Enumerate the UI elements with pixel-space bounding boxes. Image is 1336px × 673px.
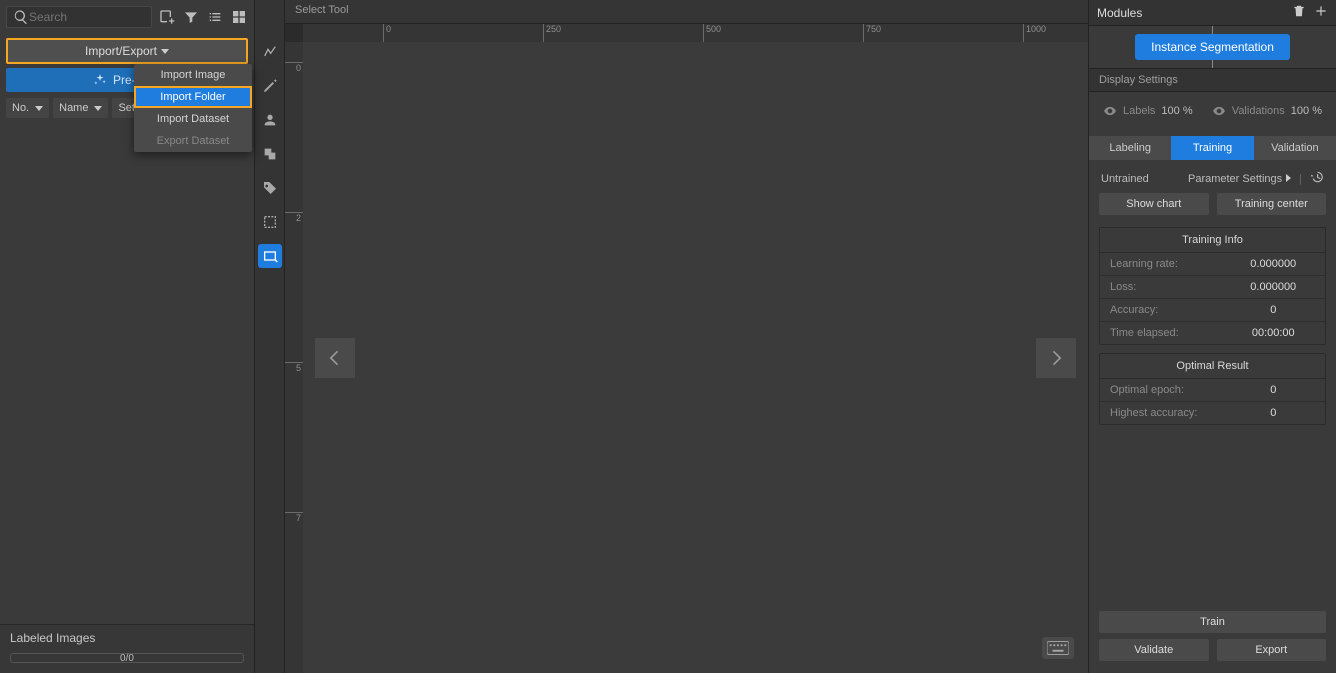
active-tool-label: Select Tool <box>285 0 1088 24</box>
filter-icon[interactable] <box>182 8 200 26</box>
menu-import-folder[interactable]: Import Folder <box>134 86 252 108</box>
menu-import-dataset[interactable]: Import Dataset <box>134 108 252 130</box>
menu-export-dataset[interactable]: Export Dataset <box>134 130 252 152</box>
accuracy-value: 0 <box>1222 299 1326 321</box>
loss-value: 0.000000 <box>1222 276 1326 298</box>
tab-training[interactable]: Training <box>1171 136 1253 160</box>
list-icon[interactable] <box>206 8 224 26</box>
col-name[interactable]: Name <box>53 98 108 118</box>
validations-visibility[interactable]: Validations 100 % <box>1212 104 1322 118</box>
ruler-vertical: 0 2 5 7 <box>285 42 303 673</box>
training-center-button[interactable]: Training center <box>1217 193 1327 215</box>
tool-strip <box>255 0 285 673</box>
tool-selection[interactable] <box>258 210 282 234</box>
training-status: Untrained <box>1101 173 1149 185</box>
show-chart-button[interactable]: Show chart <box>1099 193 1209 215</box>
optimal-result-panel: Optimal Result Optimal epoch:0 Highest a… <box>1099 353 1326 425</box>
import-export-menu: Import Image Import Folder Import Datase… <box>134 64 252 152</box>
labeled-progress: 0/0 <box>10 653 244 663</box>
history-icon[interactable] <box>1310 170 1324 187</box>
trash-icon[interactable] <box>1292 4 1306 21</box>
train-button[interactable]: Train <box>1099 611 1326 633</box>
training-info-panel: Training Info Learning rate:0.000000 Los… <box>1099 227 1326 345</box>
import-export-label: Import/Export <box>85 44 157 58</box>
prev-image-button[interactable] <box>315 338 355 378</box>
next-image-button[interactable] <box>1036 338 1076 378</box>
labeled-footer: Labeled Images 0/0 <box>0 624 254 673</box>
keyboard-icon[interactable] <box>1042 637 1074 659</box>
left-panel: Import/Export Pre-label No. Name Set Val… <box>0 0 255 673</box>
tool-polyline[interactable] <box>258 40 282 64</box>
tab-labeling[interactable]: Labeling <box>1089 136 1171 160</box>
optimal-epoch-value: 0 <box>1222 379 1326 401</box>
time-elapsed-value: 00:00:00 <box>1222 322 1326 344</box>
ruler-horizontal: 0 250 500 750 1000 <box>303 24 1088 42</box>
tool-tag[interactable] <box>258 176 282 200</box>
tool-shape[interactable] <box>258 142 282 166</box>
highest-accuracy-value: 0 <box>1222 402 1326 424</box>
training-info-title: Training Info <box>1100 228 1325 253</box>
tab-validation[interactable]: Validation <box>1254 136 1336 160</box>
canvas[interactable] <box>303 42 1088 673</box>
eye-icon <box>1212 104 1226 118</box>
col-no[interactable]: No. <box>6 98 49 118</box>
export-button[interactable]: Export <box>1217 639 1327 661</box>
image-add-icon[interactable] <box>158 8 176 26</box>
eye-icon <box>1103 104 1117 118</box>
search-input[interactable] <box>29 10 145 24</box>
right-footer: Train Validate Export <box>1089 603 1336 673</box>
tool-rectangle[interactable] <box>258 244 282 268</box>
plus-icon[interactable] <box>1314 4 1328 21</box>
labeled-images-label: Labeled Images <box>10 631 244 645</box>
display-settings-title: Display Settings <box>1089 68 1336 92</box>
modules-header: Modules <box>1089 0 1336 26</box>
chevron-right-icon <box>1286 174 1291 182</box>
display-settings: Labels 100 % Validations 100 % <box>1089 92 1336 130</box>
optimal-result-title: Optimal Result <box>1100 354 1325 379</box>
search-icon <box>13 8 29 26</box>
labels-visibility[interactable]: Labels 100 % <box>1103 104 1193 118</box>
canvas-area: Select Tool 0 250 500 750 1000 0 2 5 7 <box>285 0 1088 673</box>
search-box[interactable] <box>6 6 152 28</box>
tool-user[interactable] <box>258 108 282 132</box>
tool-pen[interactable] <box>258 74 282 98</box>
import-export-button[interactable]: Import/Export <box>6 38 248 64</box>
right-panel: Modules Instance Segmentation Display Se… <box>1088 0 1336 673</box>
learning-rate-value: 0.000000 <box>1222 253 1326 275</box>
chevron-down-icon <box>161 49 169 54</box>
modules-title: Modules <box>1097 6 1292 20</box>
validate-button[interactable]: Validate <box>1099 639 1209 661</box>
grid-icon[interactable] <box>230 8 248 26</box>
instance-segmentation-module[interactable]: Instance Segmentation <box>1135 34 1290 60</box>
sparkle-icon <box>93 73 107 87</box>
mode-tabs: Labeling Training Validation <box>1089 136 1336 160</box>
menu-import-image[interactable]: Import Image <box>134 64 252 86</box>
parameter-settings-link[interactable]: Parameter Settings <box>1188 173 1291 185</box>
